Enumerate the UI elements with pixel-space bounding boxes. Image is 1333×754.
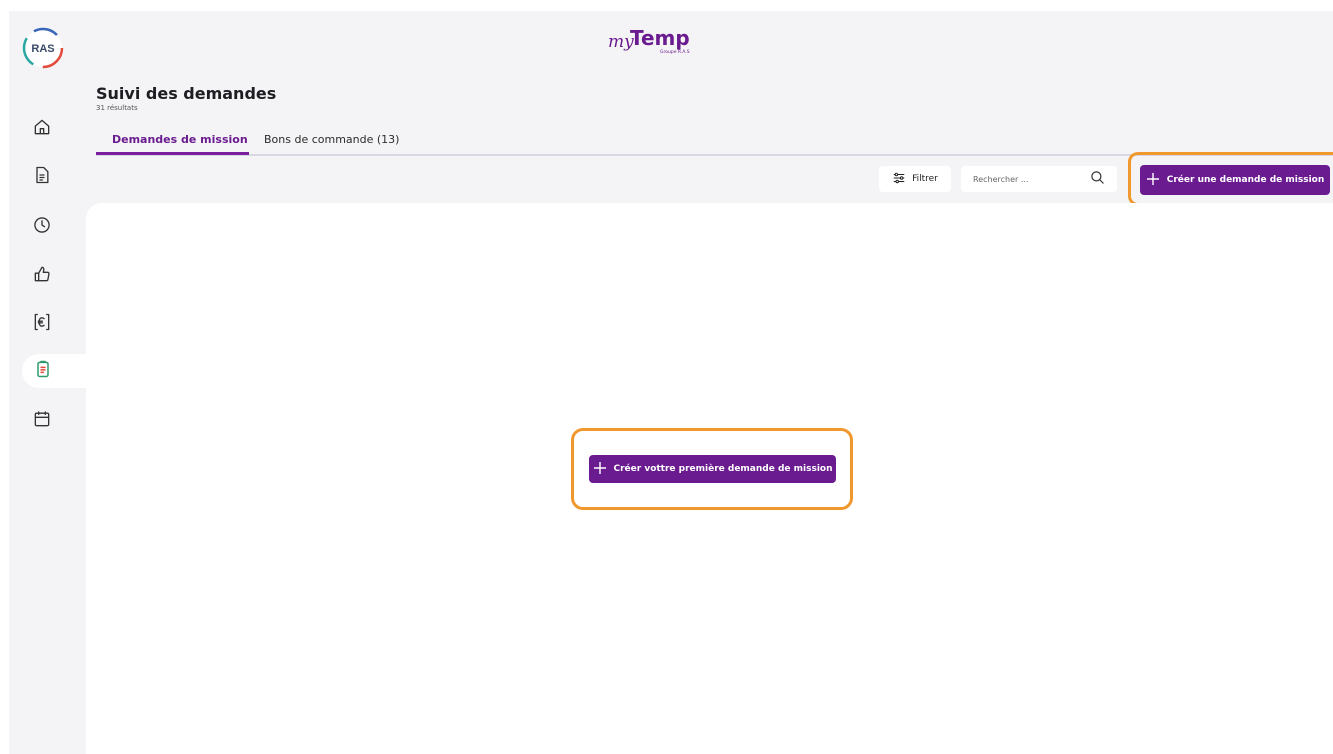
create-first-mission-request-button[interactable]: Créer vottre première demande de mission	[589, 455, 836, 483]
create-first-mission-request-label: Créer vottre première demande de mission	[613, 464, 833, 474]
sidebar-item-timesheets[interactable]	[22, 210, 62, 244]
filter-button[interactable]: Filtrer	[879, 166, 951, 192]
search-icon[interactable]	[1090, 170, 1105, 189]
sidebar-item-approvals[interactable]	[22, 259, 62, 293]
euro-icon	[32, 312, 52, 336]
create-mission-request-button[interactable]: Créer une demande de mission	[1140, 165, 1330, 195]
mytemp-brand: my Temp Groupe R.A.S	[600, 22, 740, 62]
active-tab-indicator	[96, 152, 249, 155]
svg-text:Temp: Temp	[630, 26, 690, 50]
search-input[interactable]	[971, 173, 1090, 185]
sidebar-item-planning[interactable]	[22, 404, 62, 438]
page-title: Suivi des demandes	[96, 84, 277, 103]
filter-sliders-icon	[892, 171, 906, 188]
svg-text:Groupe R.A.S: Groupe R.A.S	[660, 49, 690, 55]
plus-icon	[1146, 172, 1160, 189]
search-box[interactable]	[961, 166, 1117, 192]
sidebar-item-home[interactable]	[22, 112, 62, 146]
clock-icon	[32, 215, 52, 239]
home-icon	[32, 117, 52, 141]
sidebar-item-invoices[interactable]	[22, 307, 62, 341]
filter-label: Filtrer	[912, 174, 938, 184]
document-icon	[32, 165, 52, 189]
sidebar-item-documents[interactable]	[22, 160, 62, 194]
plus-icon	[593, 461, 607, 478]
tab-demandes-de-mission[interactable]: Demandes de mission	[112, 133, 248, 146]
tab-bons-de-commande[interactable]: Bons de commande (13)	[264, 133, 399, 146]
clipboard-icon	[33, 359, 53, 383]
create-mission-request-label: Créer une demande de mission	[1166, 175, 1325, 185]
sidebar-item-requests[interactable]	[22, 354, 86, 388]
svg-text:RAS: RAS	[31, 43, 54, 55]
results-count: 31 résultats	[96, 104, 138, 112]
thumbs-up-icon	[32, 264, 52, 288]
ras-logo[interactable]: RAS	[20, 25, 66, 71]
calendar-icon	[32, 409, 52, 433]
